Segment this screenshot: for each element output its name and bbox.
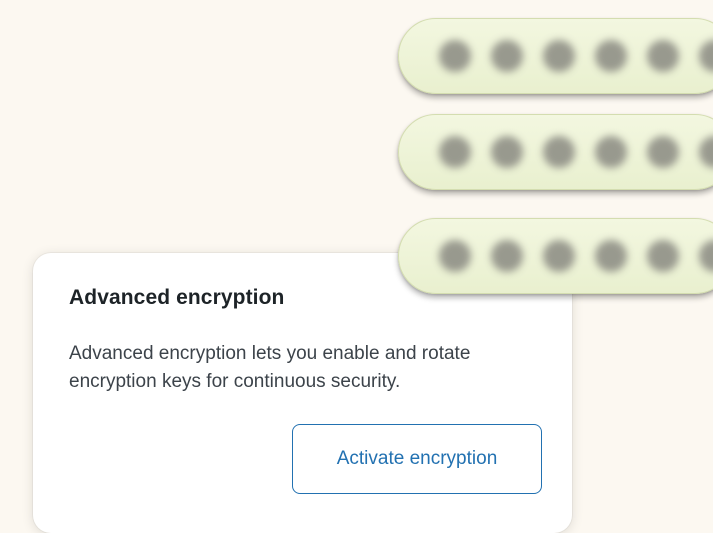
encryption-card: Advanced encryption Advanced encryption … (33, 253, 572, 533)
mask-dot-icon (543, 240, 575, 272)
masked-dots (439, 40, 713, 72)
masked-key-pill (398, 114, 713, 190)
card-description: Advanced encryption lets you enable and … (69, 343, 471, 392)
activate-encryption-button[interactable]: Activate encryption (292, 424, 542, 494)
mask-dot-icon (699, 136, 713, 168)
mask-dot-icon (595, 240, 627, 272)
mask-dot-icon (491, 240, 523, 272)
masked-key-pill (398, 18, 713, 94)
masked-key-pill (398, 218, 713, 294)
mask-dot-icon (647, 136, 679, 168)
mask-dot-icon (699, 240, 713, 272)
mask-dot-icon (439, 240, 471, 272)
mask-dot-icon (595, 40, 627, 72)
mask-dot-icon (439, 136, 471, 168)
mask-dot-icon (647, 240, 679, 272)
mask-dot-icon (491, 40, 523, 72)
masked-dots (439, 136, 713, 168)
card-title: Advanced encryption (69, 286, 285, 309)
mask-dot-icon (543, 40, 575, 72)
mask-dot-icon (491, 136, 523, 168)
masked-dots (439, 240, 713, 272)
mask-dot-icon (699, 40, 713, 72)
mask-dot-icon (595, 136, 627, 168)
mask-dot-icon (543, 136, 575, 168)
mask-dot-icon (647, 40, 679, 72)
mask-dot-icon (439, 40, 471, 72)
